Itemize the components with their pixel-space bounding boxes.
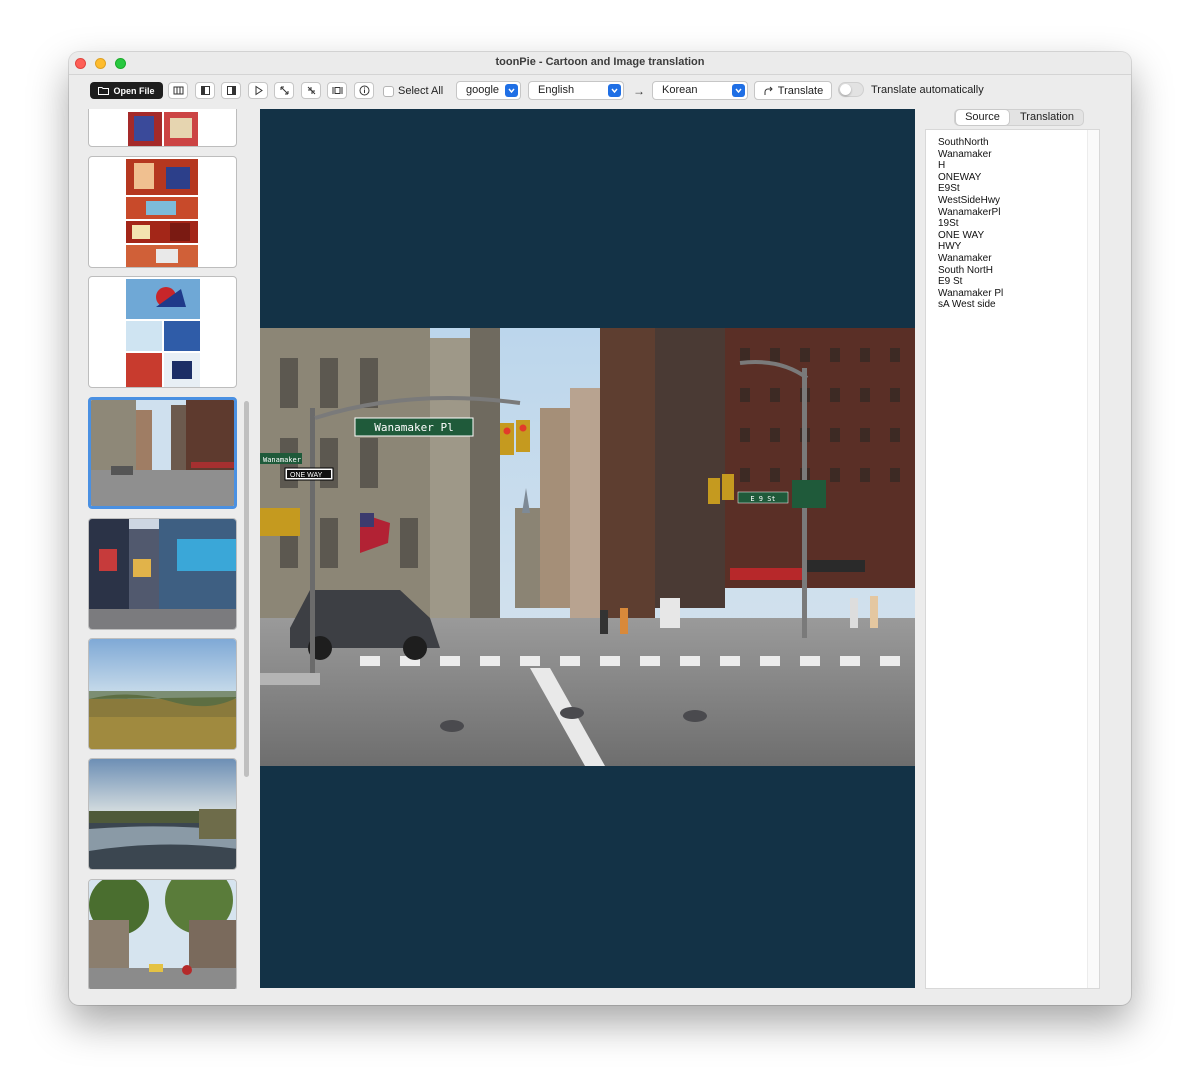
thumbnail-scrollbar[interactable] [242,109,251,989]
sign-wanamaker-text: Wanamaker Pl [374,421,453,434]
open-file-button[interactable]: Open File [90,82,163,99]
thumbnail-comic-2[interactable] [88,156,237,268]
play-icon [255,85,263,96]
tab-source[interactable]: Source [956,110,1009,125]
redo-arrow-icon [764,86,773,95]
source-line: sA West side [938,299,996,311]
thumbnail-list [87,109,239,989]
left-panel-button[interactable] [195,82,215,99]
thumbnail-comic-1[interactable] [88,109,237,147]
fit-width-button[interactable] [327,82,347,99]
source-line: Wanamaker Pl [938,287,1004,299]
auto-translate-label: Translate automatically [871,84,984,96]
engine-select[interactable]: google [456,81,521,100]
expand-icon [280,86,288,95]
target-language-select[interactable]: Korean [652,81,748,100]
source-line: ONE WAY [938,229,985,241]
chevron-down-icon [608,84,621,97]
collapse-icon [307,86,315,95]
target-language-value: Korean [662,84,698,96]
source-line: HWY [938,241,962,253]
source-line: SouthNorth [938,137,989,148]
image-viewer[interactable]: Wanamaker Pl Wanamaker ONE WAY E 9 St [260,109,915,988]
expand-button[interactable] [274,82,294,99]
columns-icon [173,86,183,95]
chevron-down-icon [505,84,518,97]
thumbnail-field[interactable] [88,638,237,750]
text-panel: Source Translation SouthNorth Wanamaker … [924,107,1114,989]
collapse-button[interactable] [301,82,321,99]
title-bar: toonPie - Cartoon and Image translation [69,52,1131,75]
toggle-knob [840,84,851,95]
source-text-lines: SouthNorth Wanamaker H ONEWAY E9St WestS… [938,137,1003,311]
thumbnail-street-selected[interactable] [88,397,237,509]
sign-one-way-text: ONE WAY [290,472,323,479]
translate-label: Translate [777,84,824,97]
auto-translate-toggle[interactable] [838,82,864,97]
source-language-value: English [538,84,575,96]
info-icon [359,85,369,96]
sign-e9-text: E 9 St [750,495,775,503]
engine-value: google [466,84,500,96]
source-line: Wanamaker [938,148,992,160]
source-line: Wanamaker [938,252,992,264]
street-photo: Wanamaker Pl Wanamaker ONE WAY E 9 St [260,328,915,766]
toolbar: Open File Select All google English → Ko… [69,75,1131,107]
right-panel-button[interactable] [221,82,241,99]
arrow-right-icon: → [633,84,645,98]
source-line: WanamakerPl [938,206,1001,218]
sign-wanamaker-small-text: Wanamaker [263,456,301,464]
source-line: H [938,160,946,172]
source-text-area[interactable]: SouthNorth Wanamaker H ONEWAY E9St WestS… [925,129,1100,989]
fit-width-icon [332,87,342,94]
text-area-scrollbar[interactable] [1087,130,1099,988]
source-line: South NortH [938,264,994,276]
scrollbar-thumb[interactable] [244,401,249,777]
translate-button[interactable]: Translate [754,81,832,100]
source-language-select[interactable]: English [528,81,624,100]
select-all-label: Select All [398,85,444,97]
thumbnail-comic-3[interactable] [88,276,237,388]
source-line: WestSideHwy [938,194,1001,206]
thumbnail-tree-street[interactable] [88,879,237,989]
source-line: 19St [938,218,959,230]
play-button[interactable] [248,82,268,99]
app-window: toonPie - Cartoon and Image translation … [69,52,1131,1005]
tab-translation[interactable]: Translation [1011,110,1083,125]
double-page-button[interactable] [168,82,188,99]
folder-icon [98,87,110,95]
sidebar-left-icon [200,86,210,95]
open-file-label: Open File [113,85,155,96]
window-title: toonPie - Cartoon and Image translation [495,56,705,68]
info-button[interactable] [354,82,374,99]
source-translation-tabs: Source Translation [954,109,1084,126]
source-line: E9 St [938,276,963,288]
sidebar-right-icon [226,86,236,95]
source-line: E9St [938,183,960,195]
chevron-down-icon [732,84,745,97]
thumbnail-river[interactable] [88,758,237,870]
source-line: ONEWAY [938,171,982,183]
select-all-checkbox[interactable] [383,86,394,97]
thumbnail-times-square[interactable] [88,518,237,630]
